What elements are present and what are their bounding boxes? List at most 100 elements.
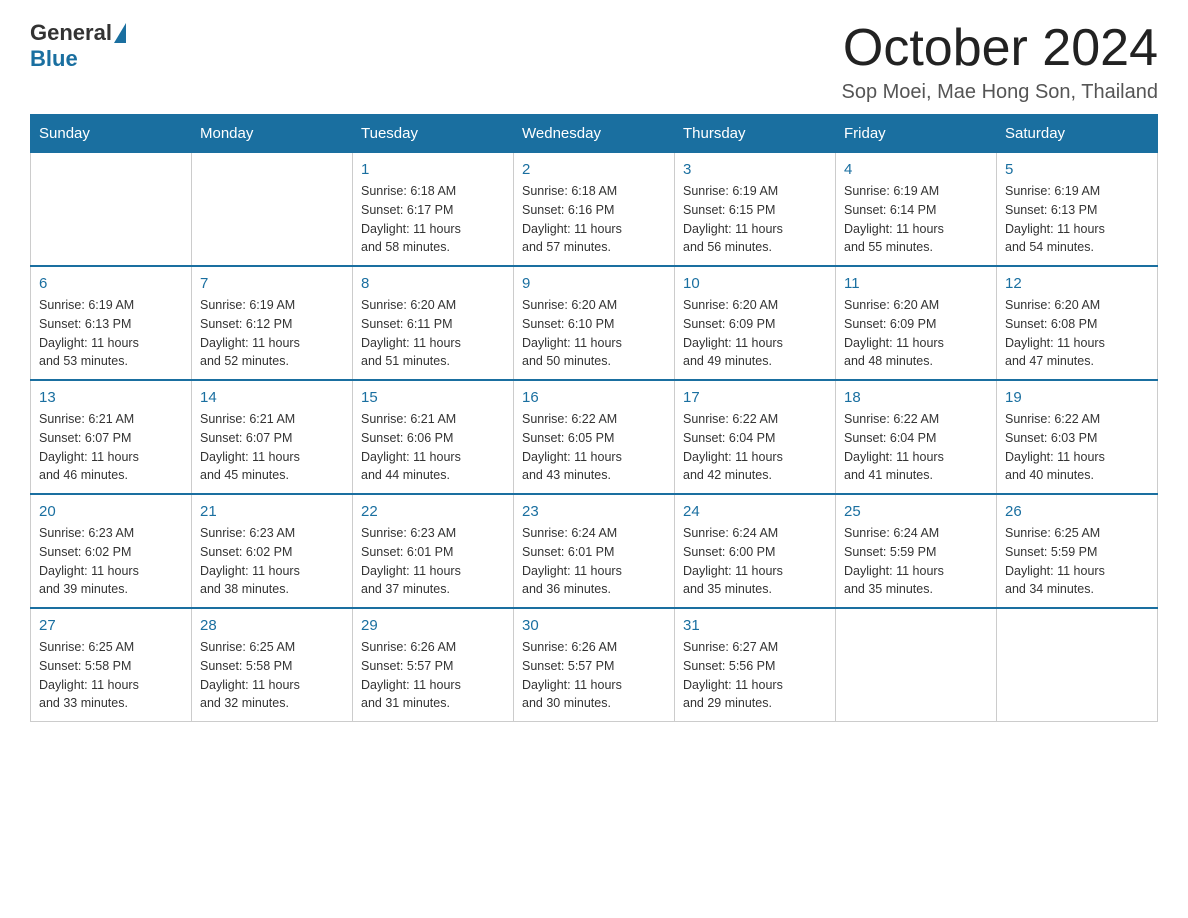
title-section: October 2024 Sop Moei, Mae Hong Son, Tha… (842, 20, 1159, 104)
weekday-header-tuesday: Tuesday (353, 115, 514, 153)
calendar-cell: 28 Sunrise: 6:25 AM Sunset: 5:58 PM Dayli… (192, 608, 353, 722)
day-number: 27 (39, 617, 183, 634)
day-info: Sunrise: 6:18 AM Sunset: 6:16 PM Dayligh… (522, 182, 666, 257)
day-info: Sunrise: 6:25 AM Sunset: 5:59 PM Dayligh… (1005, 524, 1149, 599)
day-info: Sunrise: 6:27 AM Sunset: 5:56 PM Dayligh… (683, 638, 827, 713)
page-title: October 2024 (842, 20, 1159, 77)
day-number: 11 (844, 275, 988, 292)
calendar-cell (836, 608, 997, 722)
day-info: Sunrise: 6:24 AM Sunset: 6:01 PM Dayligh… (522, 524, 666, 599)
calendar-cell: 4 Sunrise: 6:19 AM Sunset: 6:14 PM Daylig… (836, 153, 997, 267)
day-info: Sunrise: 6:19 AM Sunset: 6:13 PM Dayligh… (1005, 182, 1149, 257)
day-number: 1 (361, 161, 505, 178)
calendar-cell: 2 Sunrise: 6:18 AM Sunset: 6:16 PM Daylig… (514, 153, 675, 267)
calendar-cell: 26 Sunrise: 6:25 AM Sunset: 5:59 PM Dayli… (997, 494, 1158, 608)
calendar-cell: 11 Sunrise: 6:20 AM Sunset: 6:09 PM Dayli… (836, 266, 997, 380)
calendar-week-row: 20 Sunrise: 6:23 AM Sunset: 6:02 PM Dayli… (31, 494, 1158, 608)
calendar-cell (192, 153, 353, 267)
day-number: 23 (522, 503, 666, 520)
day-number: 29 (361, 617, 505, 634)
day-number: 26 (1005, 503, 1149, 520)
day-info: Sunrise: 6:25 AM Sunset: 5:58 PM Dayligh… (200, 638, 344, 713)
day-number: 7 (200, 275, 344, 292)
day-number: 3 (683, 161, 827, 178)
day-number: 30 (522, 617, 666, 634)
day-info: Sunrise: 6:19 AM Sunset: 6:14 PM Dayligh… (844, 182, 988, 257)
calendar-cell: 5 Sunrise: 6:19 AM Sunset: 6:13 PM Daylig… (997, 153, 1158, 267)
day-number: 8 (361, 275, 505, 292)
day-info: Sunrise: 6:18 AM Sunset: 6:17 PM Dayligh… (361, 182, 505, 257)
day-number: 24 (683, 503, 827, 520)
day-number: 15 (361, 389, 505, 406)
calendar-week-row: 1 Sunrise: 6:18 AM Sunset: 6:17 PM Daylig… (31, 153, 1158, 267)
day-info: Sunrise: 6:22 AM Sunset: 6:04 PM Dayligh… (844, 410, 988, 485)
calendar-cell: 30Sunrise: 6:26 AM Sunset: 5:57 PM Dayli… (514, 608, 675, 722)
logo-blue-text: Blue (30, 46, 78, 71)
day-number: 22 (361, 503, 505, 520)
day-info: Sunrise: 6:22 AM Sunset: 6:05 PM Dayligh… (522, 410, 666, 485)
calendar-cell: 12Sunrise: 6:20 AM Sunset: 6:08 PM Dayli… (997, 266, 1158, 380)
calendar-cell: 6 Sunrise: 6:19 AM Sunset: 6:13 PM Daylig… (31, 266, 192, 380)
calendar-cell: 29Sunrise: 6:26 AM Sunset: 5:57 PM Dayli… (353, 608, 514, 722)
day-number: 31 (683, 617, 827, 634)
day-number: 28 (200, 617, 344, 634)
day-info: Sunrise: 6:20 AM Sunset: 6:09 PM Dayligh… (683, 296, 827, 371)
day-number: 10 (683, 275, 827, 292)
day-number: 5 (1005, 161, 1149, 178)
calendar-cell: 13 Sunrise: 6:21 AM Sunset: 6:07 PM Dayli… (31, 380, 192, 494)
weekday-header-friday: Friday (836, 115, 997, 153)
calendar-cell: 27 Sunrise: 6:25 AM Sunset: 5:58 PM Dayli… (31, 608, 192, 722)
logo-triangle-icon (114, 23, 126, 43)
weekday-header-saturday: Saturday (997, 115, 1158, 153)
page-header: General Blue October 2024 Sop Moei, Mae … (30, 20, 1158, 104)
weekday-header-sunday: Sunday (31, 115, 192, 153)
day-number: 4 (844, 161, 988, 178)
day-number: 20 (39, 503, 183, 520)
day-info: Sunrise: 6:23 AM Sunset: 6:01 PM Dayligh… (361, 524, 505, 599)
calendar-cell: 23 Sunrise: 6:24 AM Sunset: 6:01 PM Dayli… (514, 494, 675, 608)
day-number: 25 (844, 503, 988, 520)
calendar-week-row: 27 Sunrise: 6:25 AM Sunset: 5:58 PM Dayli… (31, 608, 1158, 722)
day-info: Sunrise: 6:21 AM Sunset: 6:07 PM Dayligh… (39, 410, 183, 485)
calendar-cell: 8 Sunrise: 6:20 AM Sunset: 6:11 PM Daylig… (353, 266, 514, 380)
calendar-cell: 31 Sunrise: 6:27 AM Sunset: 5:56 PM Dayli… (675, 608, 836, 722)
weekday-header-monday: Monday (192, 115, 353, 153)
day-info: Sunrise: 6:19 AM Sunset: 6:13 PM Dayligh… (39, 296, 183, 371)
calendar-cell: 20 Sunrise: 6:23 AM Sunset: 6:02 PM Dayli… (31, 494, 192, 608)
calendar-cell: 9 Sunrise: 6:20 AM Sunset: 6:10 PM Daylig… (514, 266, 675, 380)
page-subtitle: Sop Moei, Mae Hong Son, Thailand (842, 81, 1159, 104)
calendar-table: SundayMondayTuesdayWednesdayThursdayFrid… (30, 114, 1158, 722)
day-number: 18 (844, 389, 988, 406)
calendar-cell: 18 Sunrise: 6:22 AM Sunset: 6:04 PM Dayli… (836, 380, 997, 494)
day-info: Sunrise: 6:19 AM Sunset: 6:15 PM Dayligh… (683, 182, 827, 257)
day-info: Sunrise: 6:24 AM Sunset: 6:00 PM Dayligh… (683, 524, 827, 599)
day-info: Sunrise: 6:25 AM Sunset: 5:58 PM Dayligh… (39, 638, 183, 713)
calendar-cell: 17 Sunrise: 6:22 AM Sunset: 6:04 PM Dayli… (675, 380, 836, 494)
calendar-header-row: SundayMondayTuesdayWednesdayThursdayFrid… (31, 115, 1158, 153)
day-number: 9 (522, 275, 666, 292)
calendar-cell: 22 Sunrise: 6:23 AM Sunset: 6:01 PM Dayli… (353, 494, 514, 608)
calendar-cell: 15Sunrise: 6:21 AM Sunset: 6:06 PM Dayli… (353, 380, 514, 494)
day-number: 17 (683, 389, 827, 406)
day-info: Sunrise: 6:21 AM Sunset: 6:07 PM Dayligh… (200, 410, 344, 485)
calendar-cell: 24 Sunrise: 6:24 AM Sunset: 6:00 PM Dayli… (675, 494, 836, 608)
day-info: Sunrise: 6:20 AM Sunset: 6:10 PM Dayligh… (522, 296, 666, 371)
calendar-cell: 10 Sunrise: 6:20 AM Sunset: 6:09 PM Dayli… (675, 266, 836, 380)
day-info: Sunrise: 6:23 AM Sunset: 6:02 PM Dayligh… (39, 524, 183, 599)
day-info: Sunrise: 6:19 AM Sunset: 6:12 PM Dayligh… (200, 296, 344, 371)
logo-general-text: General (30, 20, 112, 46)
weekday-header-thursday: Thursday (675, 115, 836, 153)
day-info: Sunrise: 6:20 AM Sunset: 6:11 PM Dayligh… (361, 296, 505, 371)
day-info: Sunrise: 6:20 AM Sunset: 6:09 PM Dayligh… (844, 296, 988, 371)
day-number: 19 (1005, 389, 1149, 406)
day-number: 14 (200, 389, 344, 406)
logo: General Blue (30, 20, 128, 72)
day-number: 13 (39, 389, 183, 406)
day-info: Sunrise: 6:22 AM Sunset: 6:04 PM Dayligh… (683, 410, 827, 485)
calendar-cell: 14 Sunrise: 6:21 AM Sunset: 6:07 PM Dayli… (192, 380, 353, 494)
day-info: Sunrise: 6:23 AM Sunset: 6:02 PM Dayligh… (200, 524, 344, 599)
day-number: 2 (522, 161, 666, 178)
day-number: 6 (39, 275, 183, 292)
calendar-cell: 3 Sunrise: 6:19 AM Sunset: 6:15 PM Daylig… (675, 153, 836, 267)
day-number: 16 (522, 389, 666, 406)
